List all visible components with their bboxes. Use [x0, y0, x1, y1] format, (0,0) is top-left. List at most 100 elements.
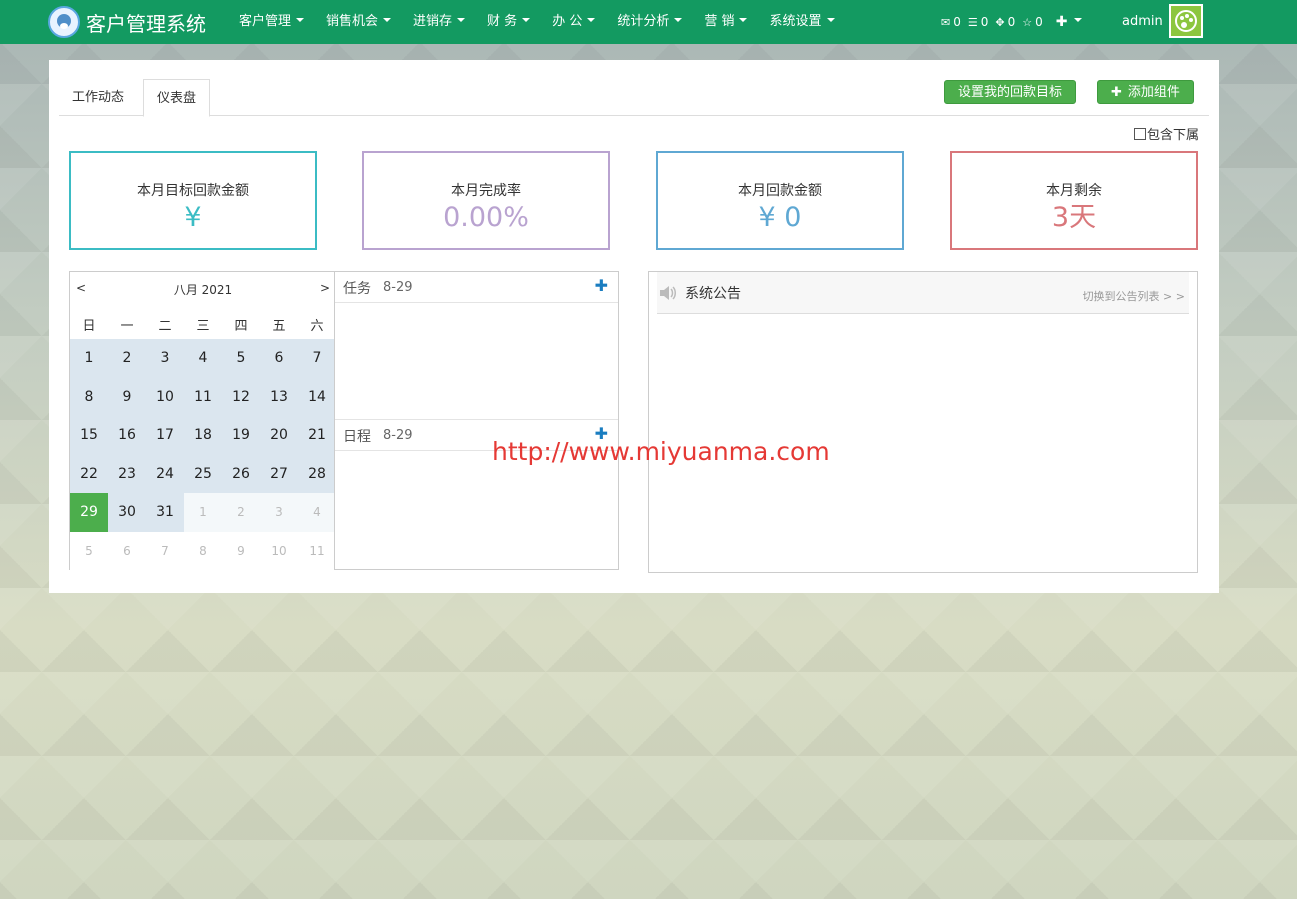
calendar-day-today[interactable]: 29 [70, 493, 108, 532]
calendar-day[interactable]: 19 [222, 416, 260, 455]
mail-counter[interactable]: ✉ 0 [941, 15, 961, 29]
calendar-day[interactable]: 17 [146, 416, 184, 455]
calendar-day[interactable]: 5 [222, 339, 260, 378]
nav-system-settings[interactable]: 系统设置 [758, 0, 845, 44]
calendar-day[interactable]: 16 [108, 416, 146, 455]
plus-icon: ✚ [1055, 14, 1068, 30]
weekday-label: 五 [272, 319, 286, 334]
weekday-row: 日 一 二 三 四 五 六 [70, 315, 336, 339]
add-widget-button[interactable]: ✚ 添加组件 [1097, 80, 1194, 104]
calendar-day[interactable]: 9 [108, 377, 146, 416]
caret-down-icon [1074, 18, 1083, 22]
calendar-day-next-month[interactable]: 1 [184, 493, 222, 532]
calendar-day-next-month[interactable]: 5 [70, 531, 108, 570]
calendar-day-next-month[interactable]: 3 [260, 493, 298, 532]
main-nav: 客户管理 销售机会 进销存 财 务 办 公 统计分析 营 销 系统设置 [228, 0, 846, 44]
calendar-day[interactable]: 28 [298, 454, 336, 493]
calendar-day[interactable]: 25 [184, 454, 222, 493]
calendar-day[interactable]: 24 [146, 454, 184, 493]
calendar-day[interactable]: 6 [260, 339, 298, 378]
weekday-label: 三 [196, 319, 210, 334]
brand[interactable]: 客户管理系统 [48, 5, 206, 39]
calendar-day[interactable]: 3 [146, 339, 184, 378]
weekday-label: 日 [82, 319, 96, 334]
nav-label: 客户管理 [239, 14, 292, 29]
calendar-week: 1 2 3 4 5 6 7 [70, 339, 336, 378]
nav-marketing[interactable]: 营 销 [693, 0, 758, 44]
nav-sales-opportunity[interactable]: 销售机会 [315, 0, 402, 44]
nav-office[interactable]: 办 公 [541, 0, 606, 44]
user-menu[interactable]: admin [1122, 4, 1203, 38]
calendar-day[interactable]: 30 [108, 493, 146, 532]
nav-label: 进销存 [413, 14, 453, 29]
calendar-day[interactable]: 12 [222, 377, 260, 416]
calendar-day[interactable]: 11 [184, 377, 222, 416]
nav-statistics[interactable]: 统计分析 [606, 0, 693, 44]
calendar-prev-button[interactable]: < [76, 281, 86, 295]
calendar-day[interactable]: 26 [222, 454, 260, 493]
calendar-day-next-month[interactable]: 7 [146, 531, 184, 570]
calendar-next-button[interactable]: > [320, 281, 330, 295]
calendar-day-next-month[interactable]: 6 [108, 531, 146, 570]
nav-label: 统计分析 [617, 14, 670, 29]
dashboard-panel: 工作动态 仪表盘 设置我的回款目标 ✚ 添加组件 包含下属 本月目标回款金额 ¥ … [49, 60, 1219, 593]
avatar [1168, 4, 1203, 38]
calendar-day[interactable]: 14 [298, 377, 336, 416]
tab-dashboard[interactable]: 仪表盘 [143, 79, 211, 117]
notice-title: 系统公告 [685, 286, 741, 302]
calendar-day-next-month[interactable]: 4 [298, 493, 336, 532]
calendar-day[interactable]: 7 [298, 339, 336, 378]
list-counter[interactable]: ☰ 0 [968, 15, 989, 29]
calendar-day-next-month[interactable]: 10 [260, 531, 298, 570]
schedule-section-title: 日程 [343, 429, 371, 445]
calendar-day-next-month[interactable]: 8 [184, 531, 222, 570]
include-subordinates-checkbox[interactable] [1134, 127, 1146, 140]
nav-inventory[interactable]: 进销存 [402, 0, 476, 44]
caret-down-icon [522, 17, 531, 22]
set-target-button[interactable]: 设置我的回款目标 [944, 80, 1077, 104]
calendar-day-next-month[interactable]: 9 [222, 531, 260, 570]
tab-work-activity[interactable]: 工作动态 [59, 79, 137, 116]
task-counter[interactable]: ✥ 0 [995, 15, 1015, 29]
nav-finance[interactable]: 财 务 [476, 0, 541, 44]
calendar-day[interactable]: 13 [260, 377, 298, 416]
calendar-day[interactable]: 8 [70, 377, 108, 416]
quick-add-button[interactable]: ✚ [1056, 14, 1083, 30]
nav-label: 办 公 [552, 14, 583, 29]
calendar-day-next-month[interactable]: 2 [222, 493, 260, 532]
stat-label: 本月目标回款金额 [137, 183, 249, 199]
stat-days-remaining: 本月剩余 3天 [950, 151, 1198, 250]
mail-count: 0 [953, 15, 961, 29]
calendar-day[interactable]: 18 [184, 416, 222, 455]
calendar-day[interactable]: 20 [260, 416, 298, 455]
speaker-icon [660, 286, 676, 300]
watermark-text: http://www.miyuanma.com [492, 437, 830, 466]
stat-value: 3天 [1051, 202, 1097, 233]
calendar-week: 8 9 10 11 12 13 14 [70, 377, 336, 416]
system-notice-panel: 系统公告 切换到公告列表 > > [648, 271, 1198, 573]
add-task-icon[interactable]: ✚ [595, 276, 608, 295]
calendar-day[interactable]: 1 [70, 339, 108, 378]
calendar-day-next-month[interactable]: 11 [298, 531, 336, 570]
weekday-label: 六 [310, 319, 324, 334]
nav-customer-management[interactable]: 客户管理 [228, 0, 315, 44]
calendar-day[interactable]: 10 [146, 377, 184, 416]
user-name: admin [1122, 13, 1163, 29]
calendar-day[interactable]: 31 [146, 493, 184, 532]
stat-value: ¥ [184, 202, 202, 233]
calendar-day[interactable]: 22 [70, 454, 108, 493]
switch-to-notice-list-link[interactable]: 切换到公告列表 > > [1083, 288, 1185, 304]
caret-down-icon [826, 17, 835, 22]
star-counter[interactable]: ☆ 0 [1022, 15, 1043, 29]
calendar-day[interactable]: 21 [298, 416, 336, 455]
calendar-day[interactable]: 23 [108, 454, 146, 493]
calendar-day[interactable]: 15 [70, 416, 108, 455]
calendar-day[interactable]: 2 [108, 339, 146, 378]
calendar-day[interactable]: 4 [184, 339, 222, 378]
stat-label: 本月完成率 [451, 183, 521, 199]
weekday-label: 二 [158, 319, 172, 334]
calendar-day[interactable]: 27 [260, 454, 298, 493]
top-navbar: 客户管理系统 客户管理 销售机会 进销存 财 务 办 公 统计分析 营 销 系统… [0, 0, 1297, 44]
caret-down-icon [296, 17, 305, 22]
notice-header: 系统公告 切换到公告列表 > > [657, 272, 1189, 314]
